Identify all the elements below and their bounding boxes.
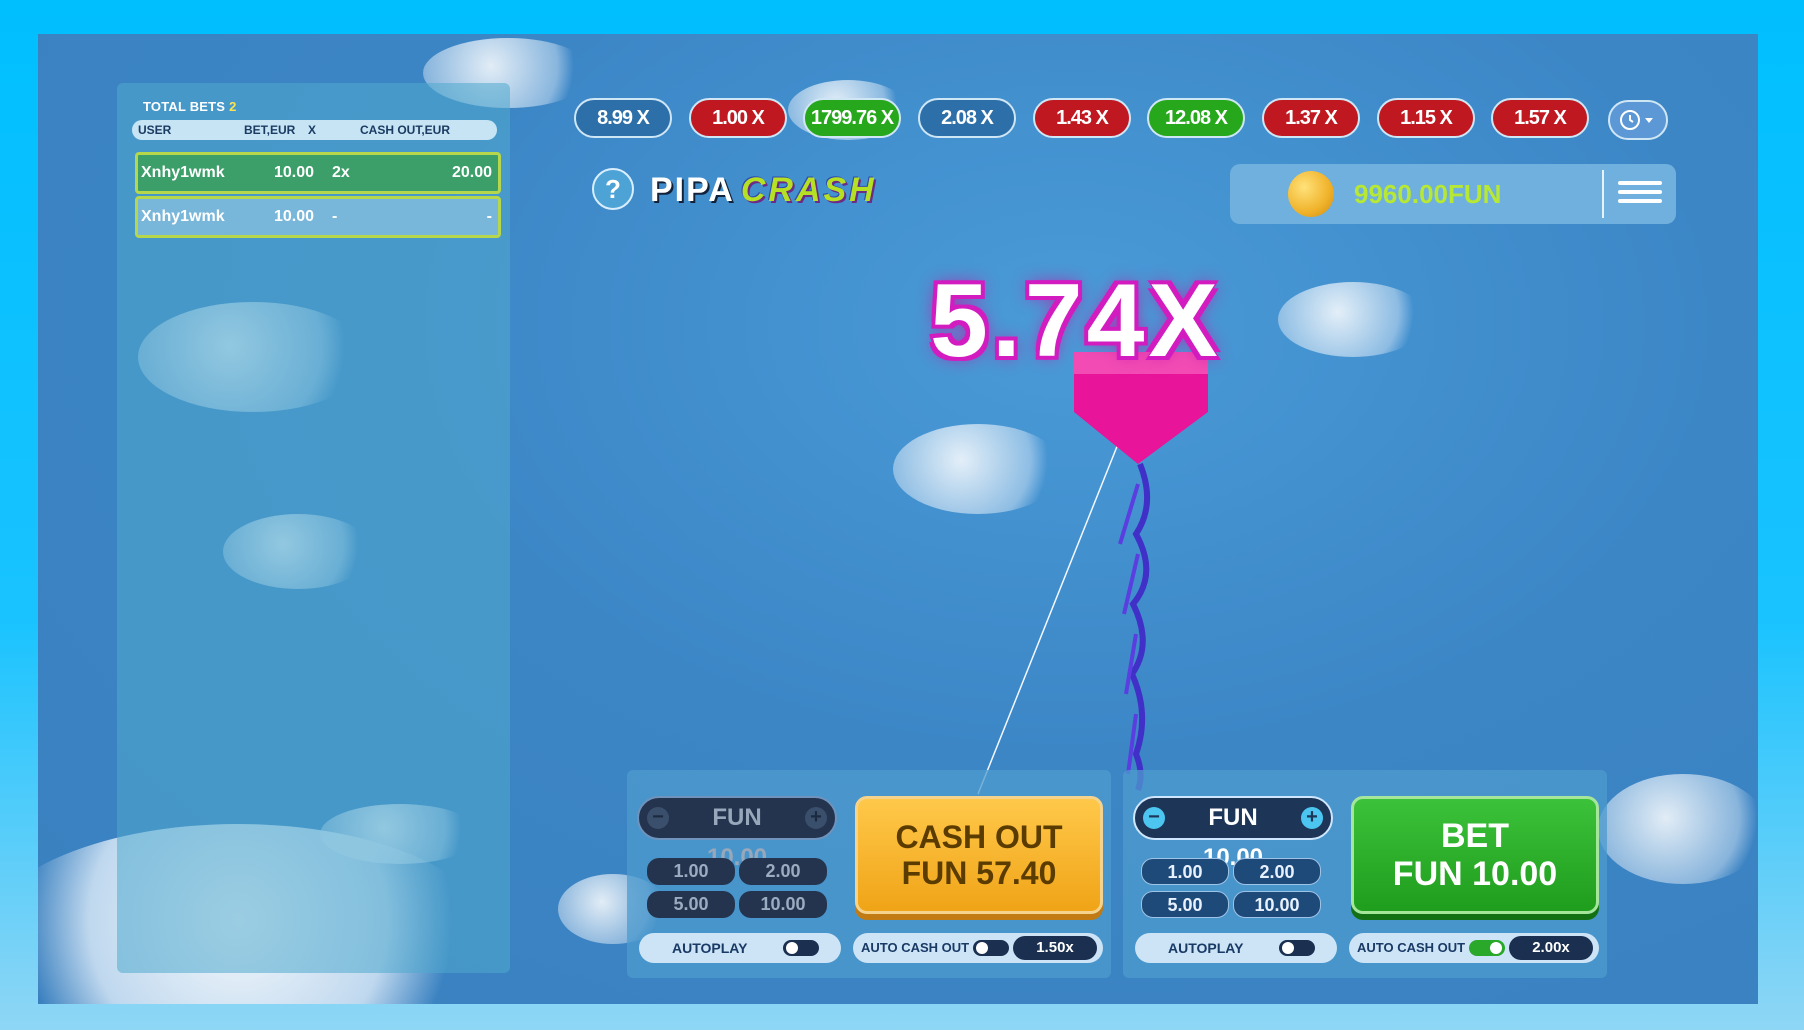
bet-multiplier: 2x: [332, 164, 350, 181]
menu-divider: [1602, 170, 1604, 218]
minus-icon[interactable]: −: [647, 807, 669, 829]
bet-amount: 10.00: [274, 208, 315, 225]
autoplay-toggle[interactable]: AUTOPLAY: [1135, 933, 1337, 963]
bet-amount: 10.00: [274, 164, 315, 181]
chip-2[interactable]: 2.00: [1233, 858, 1321, 885]
auto-cashout-label: AUTO CASH OUT: [1357, 940, 1466, 955]
hamburger-menu-icon[interactable]: [1614, 176, 1666, 212]
bet-user: Xnhy1wmk: [141, 208, 225, 225]
stake-value[interactable]: FUN 10.00: [1175, 798, 1291, 871]
auto-cashout-value[interactable]: 1.50x: [1013, 936, 1097, 960]
history-pill[interactable]: 1.57 X: [1491, 98, 1589, 138]
autoplay-label: AUTOPLAY: [672, 940, 748, 956]
total-bets-count: 2: [229, 99, 237, 114]
bet-button[interactable]: BET FUN 10.00: [1351, 796, 1599, 914]
history-pill[interactable]: 1799.76 X: [803, 98, 901, 138]
chip-1[interactable]: 1.00: [647, 858, 735, 885]
history-dropdown-button[interactable]: [1608, 100, 1668, 140]
bet-cashout: 20.00: [451, 164, 492, 181]
bets-table-header: USER BET,EUR X CASH OUT,EUR: [132, 120, 497, 140]
coin-icon: [1288, 171, 1334, 217]
stake-stepper: − FUN 10.00 +: [637, 796, 837, 871]
chip-10[interactable]: 10.00: [1233, 891, 1321, 918]
bets-panel: TOTAL BETS 2 USER BET,EUR X CASH OUT,EUR …: [117, 83, 510, 973]
auto-cashout-label: AUTO CASH OUT: [861, 940, 970, 955]
column-bet: BET,EUR: [244, 123, 296, 137]
history-pill[interactable]: 8.99 X: [574, 98, 672, 138]
total-bets-label: TOTAL BETS: [143, 99, 226, 114]
history-clock-icon: [1620, 110, 1653, 130]
help-button[interactable]: ?: [592, 168, 634, 210]
history-pill[interactable]: 12.08 X: [1147, 98, 1245, 138]
autoplay-label: AUTOPLAY: [1168, 940, 1244, 956]
bet-panel-right: − FUN 10.00 + 1.00 2.00 5.00 10.00 BET F…: [1123, 770, 1607, 978]
autoplay-toggle[interactable]: AUTOPLAY: [639, 933, 841, 963]
autoplay-switch[interactable]: [1279, 940, 1315, 956]
bet-amount-label: FUN 10.00: [1392, 855, 1558, 893]
plus-icon[interactable]: +: [1301, 807, 1323, 829]
chip-1[interactable]: 1.00: [1141, 858, 1229, 885]
bet-multiplier: -: [332, 208, 338, 225]
stake-value[interactable]: FUN 10.00: [679, 798, 795, 871]
chip-5[interactable]: 5.00: [647, 891, 735, 918]
history-pill[interactable]: 1.00 X: [689, 98, 787, 138]
history-pill[interactable]: 1.37 X: [1262, 98, 1360, 138]
bet-panel-left: − FUN 10.00 + 1.00 2.00 5.00 10.00 CASH …: [627, 770, 1111, 978]
autoplay-switch[interactable]: [783, 940, 819, 956]
chip-2[interactable]: 2.00: [739, 858, 827, 885]
balance-value: 9960.00FUN: [1354, 179, 1502, 209]
logo-pipa: PIPA: [650, 170, 735, 209]
balance-bar: 9960.00FUN: [1230, 164, 1676, 224]
auto-cashout-value[interactable]: 2.00x: [1509, 936, 1593, 960]
column-user: USER: [138, 123, 172, 137]
history-pill[interactable]: 1.15 X: [1377, 98, 1475, 138]
bet-label: BET: [1441, 817, 1509, 855]
cash-out-amount: FUN 57.40: [901, 855, 1057, 891]
game-logo: PIPA CRASH: [650, 168, 877, 212]
bet-user: Xnhy1wmk: [141, 164, 225, 181]
column-cashout: CASH OUT,EUR: [360, 123, 451, 137]
auto-cashout-switch[interactable]: [1469, 940, 1505, 956]
bet-cashout: -: [486, 208, 492, 225]
bet-row: Xnhy1wmk 10.00 2x 20.00: [135, 152, 501, 194]
auto-cashout-toggle: AUTO CASH OUT 1.50x: [853, 933, 1103, 963]
stake-stepper: − FUN 10.00 +: [1133, 796, 1333, 871]
chip-10[interactable]: 10.00: [739, 891, 827, 918]
column-x: X: [308, 123, 317, 137]
chip-5[interactable]: 5.00: [1141, 891, 1229, 918]
total-bets-title: TOTAL BETS 2: [143, 99, 237, 114]
logo-crash: CRASH: [740, 170, 877, 209]
cash-out-label: CASH OUT: [895, 819, 1063, 855]
cash-out-button[interactable]: CASH OUT FUN 57.40: [855, 796, 1103, 914]
current-multiplier: 5.74X: [930, 263, 1222, 379]
bet-row: Xnhy1wmk 10.00 - -: [135, 196, 501, 238]
plus-icon[interactable]: +: [805, 807, 827, 829]
history-pill[interactable]: 2.08 X: [918, 98, 1016, 138]
minus-icon[interactable]: −: [1143, 807, 1165, 829]
history-pill[interactable]: 1.43 X: [1033, 98, 1131, 138]
auto-cashout-toggle: AUTO CASH OUT 2.00x: [1349, 933, 1599, 963]
auto-cashout-switch[interactable]: [973, 940, 1009, 956]
